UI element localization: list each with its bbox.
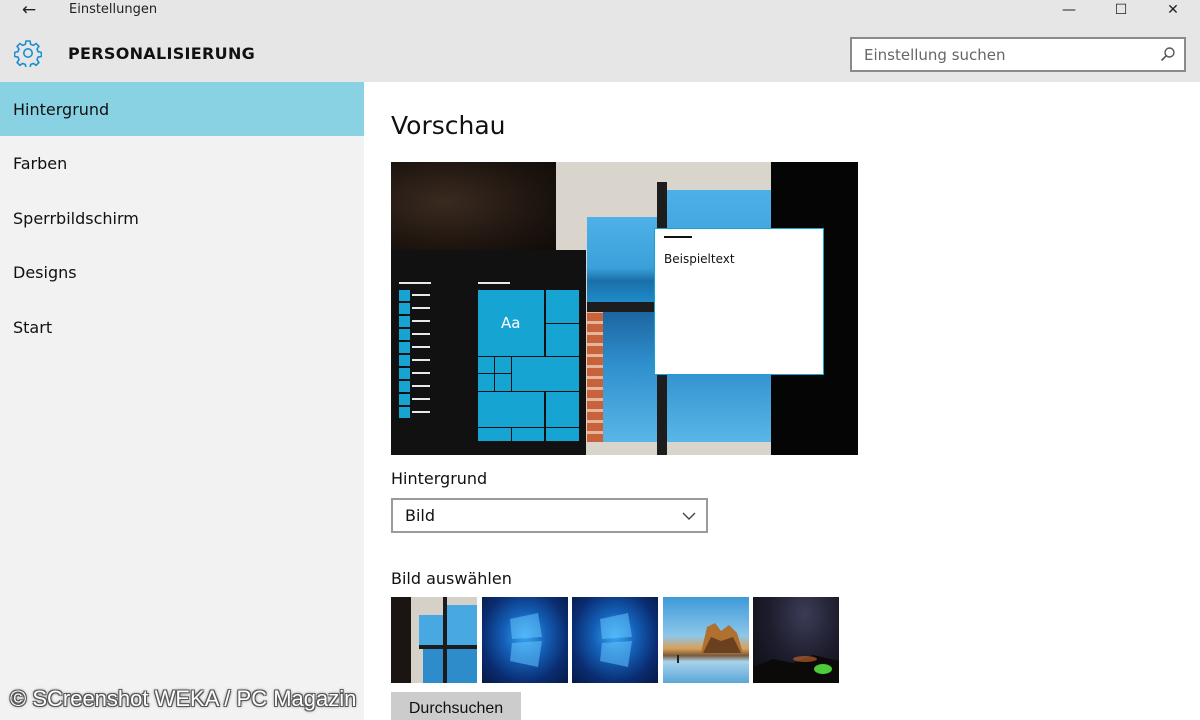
preview-tile <box>545 391 580 428</box>
preview-menu-square <box>399 355 410 366</box>
preview-menu-line <box>399 282 431 284</box>
preview-window-pane <box>587 217 657 302</box>
image-thumbnail-window[interactable] <box>391 597 477 683</box>
preview-menu-square <box>399 290 410 301</box>
preview-tile <box>545 289 580 324</box>
sidebar-item-sperrbildschirm[interactable]: Sperrbildschirm <box>0 191 364 245</box>
back-button[interactable]: ← <box>14 0 44 20</box>
maximize-button[interactable]: ☐ <box>1098 0 1144 20</box>
background-dropdown-value: Bild <box>405 506 436 525</box>
preview-tile <box>477 391 545 428</box>
sidebar-item-start[interactable]: Start <box>0 300 364 354</box>
preview-menu-square <box>399 342 410 353</box>
preview-menu-square <box>399 368 410 379</box>
minimize-button[interactable]: — <box>1046 0 1092 20</box>
preview-menu-square <box>399 407 410 418</box>
settings-header: PERSONALISIERUNG <box>0 22 1200 82</box>
thumbnail-bar <box>419 645 477 649</box>
window-title: Einstellungen <box>69 2 158 17</box>
sidebar-item-hintergrund[interactable]: Hintergrund <box>0 82 364 136</box>
thumbnail-pane <box>447 649 477 683</box>
search-box[interactable] <box>850 37 1186 72</box>
preview-menu-line <box>412 385 430 387</box>
preview-menu-line <box>412 372 430 374</box>
back-arrow-icon: ← <box>21 0 37 20</box>
preview-menu-square <box>399 381 410 392</box>
thumbnail-pane <box>419 615 443 645</box>
close-button[interactable]: ✕ <box>1150 0 1196 20</box>
preview-menu-line <box>412 320 430 322</box>
preview-brick-wall <box>587 302 603 442</box>
browse-button[interactable]: Durchsuchen <box>391 692 521 720</box>
sidebar: Hintergrund Farben Sperrbildschirm Desig… <box>0 82 364 720</box>
gear-icon <box>14 40 42 67</box>
preview-tile <box>545 427 580 442</box>
preview-menu-line <box>412 294 430 296</box>
preview-menu-square <box>399 316 410 327</box>
background-label: Hintergrund <box>391 469 488 488</box>
background-dropdown[interactable]: Bild <box>391 498 708 533</box>
sidebar-item-farben[interactable]: Farben <box>0 136 364 190</box>
main-content: Vorschau Aa Beispieltext Hintergrund Bil… <box>364 82 1200 720</box>
thumbnail-bar <box>443 597 447 683</box>
preview-menu-line <box>412 333 430 335</box>
preview-menu-line <box>412 411 430 413</box>
preview-menu-square <box>399 394 410 405</box>
preview-wall <box>391 162 571 262</box>
image-thumbnail-beach[interactable] <box>663 597 749 683</box>
preview-sample-window: Beispieltext <box>654 228 824 375</box>
beach-rocks <box>677 623 743 663</box>
windows-logo-light <box>510 613 542 667</box>
image-thumbnail-windows-2[interactable] <box>572 597 658 683</box>
preview-tile <box>494 356 512 374</box>
preview-tile <box>494 373 512 392</box>
copyright-watermark: © SCreenshot WEKA / PC Magazin <box>10 686 357 711</box>
thumbnail-pane <box>447 605 477 645</box>
preview-menu-line <box>412 346 430 348</box>
preview-tile <box>545 323 580 357</box>
image-thumbnail-windows-1[interactable] <box>482 597 568 683</box>
preview-tile <box>511 427 545 442</box>
title-bar: ← Einstellungen — ☐ ✕ <box>0 0 1200 22</box>
preview-start-menu: Aa <box>391 250 586 455</box>
desktop-preview: Aa Beispieltext <box>391 162 858 455</box>
search-icon[interactable] <box>1160 46 1176 62</box>
night-sky <box>753 655 839 683</box>
chevron-down-icon <box>682 512 696 520</box>
preview-tile <box>477 356 495 374</box>
preview-window-pane <box>603 312 657 442</box>
preview-heading: Vorschau <box>391 111 506 140</box>
preview-tile <box>511 356 580 392</box>
preview-sample-text: Beispieltext <box>664 252 735 266</box>
preview-sample-titlebar <box>664 236 692 238</box>
thumbnail-pane <box>423 649 443 683</box>
preview-menu-line <box>478 282 510 284</box>
choose-image-label: Bild auswählen <box>391 569 512 588</box>
minimize-icon: — <box>1062 2 1076 18</box>
page-title: PERSONALISIERUNG <box>68 44 256 63</box>
preview-menu-square <box>399 303 410 314</box>
preview-menu-square <box>399 329 410 340</box>
windows-logo-light <box>600 613 632 667</box>
preview-tile <box>477 373 495 392</box>
preview-tile <box>477 427 512 442</box>
maximize-icon: ☐ <box>1114 2 1128 18</box>
preview-menu-line <box>412 359 430 361</box>
image-thumbnail-night-sky[interactable] <box>753 597 839 683</box>
close-icon: ✕ <box>1167 2 1179 18</box>
preview-tile-label: Aa <box>501 314 521 332</box>
sidebar-item-designs[interactable]: Designs <box>0 245 364 299</box>
preview-menu-line <box>412 398 430 400</box>
search-input[interactable] <box>852 39 1142 70</box>
preview-menu-line <box>412 307 430 309</box>
